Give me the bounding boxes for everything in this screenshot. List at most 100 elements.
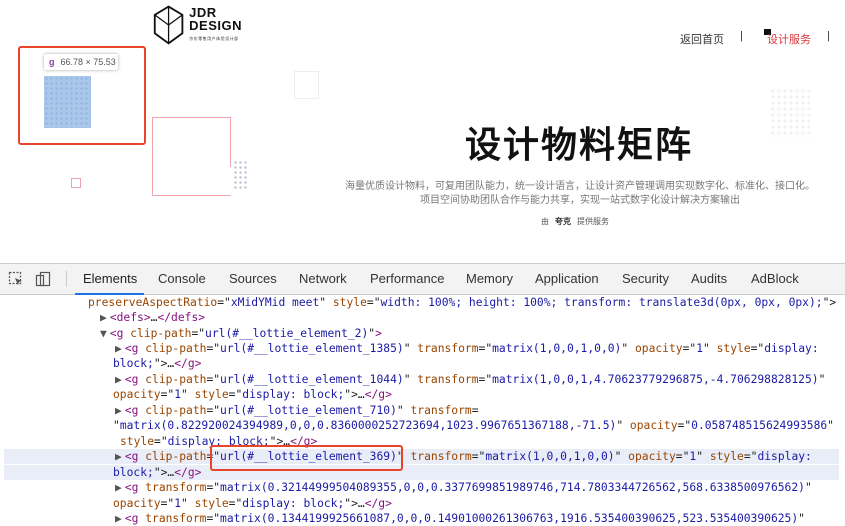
nav-services-link[interactable]: 设计服务: [767, 31, 811, 47]
dom-tree-line[interactable]: block;">…</g>: [0, 356, 201, 371]
code-token: =": [154, 435, 168, 448]
code-token: style: [716, 342, 751, 355]
code-token: ": [621, 342, 635, 355]
dom-tree-line[interactable]: ▶ <g clip-path="url(#__lottie_element_104…: [0, 372, 825, 387]
code-token: =": [682, 342, 697, 355]
inspect-element-icon[interactable]: [8, 271, 24, 287]
code-token: ": [403, 342, 418, 355]
logo-text-line1: JDR: [189, 4, 217, 20]
code-token: matrix(0.1344199925661087,0,0,0.14901000…: [220, 512, 799, 525]
logo-text-line2: DESIGN: [189, 17, 242, 33]
dom-tree-line[interactable]: ▶ <g clip-path="url(#__lottie_element_369…: [4, 449, 839, 464]
tab-security[interactable]: Security: [621, 264, 670, 294]
expand-toggle-icon[interactable]: ▼: [100, 327, 107, 340]
code-token: <g: [124, 450, 146, 463]
code-token: clip-path: [145, 342, 207, 355]
tab-application[interactable]: Application: [534, 264, 600, 294]
code-token: =": [217, 296, 231, 309]
tab-adblock[interactable]: AdBlock: [750, 264, 800, 294]
dom-tree-line[interactable]: opacity="1" style="display: block;">…</g…: [0, 387, 392, 402]
code-token: block;: [113, 357, 154, 370]
code-token: ": [827, 419, 834, 432]
hero-description-2: 项目空间协助团队合作与能力共享，实现一站式数字化设计解决方案输出: [420, 195, 740, 206]
dom-tree-line[interactable]: ▶ <g transform="matrix(0.3214499950408935…: [0, 480, 812, 495]
nav-home-link[interactable]: 返回首页: [680, 31, 724, 47]
code-token: =": [366, 296, 381, 309]
code-token: 1: [174, 497, 182, 510]
expand-toggle-icon[interactable]: ▶: [115, 512, 122, 525]
service-provider: 由夸克 提供服务: [541, 216, 609, 227]
code-token: =": [471, 450, 486, 463]
code-token: ">…: [153, 466, 175, 479]
code-token: =": [750, 342, 765, 355]
code-token: ": [403, 373, 418, 386]
code-token: <g: [124, 404, 146, 417]
code-token: ": [181, 497, 195, 510]
code-token: url(#__lottie_element_1044): [220, 373, 404, 386]
code-token: width: 100%; height: 100%; transform: tr…: [380, 296, 823, 309]
code-token: transform: [410, 450, 472, 463]
code-token: block;: [113, 466, 154, 479]
dom-tree-line[interactable]: ▶ <defs>…</defs>: [0, 310, 205, 325]
dom-tree-line[interactable]: block;">…</g>: [4, 465, 839, 480]
code-token: =": [478, 342, 493, 355]
code-token: url(#__lottie_element_710): [220, 404, 397, 417]
code-token: =": [675, 450, 690, 463]
logo-tagline: 京东零售用户体验设计部: [189, 35, 239, 41]
dom-tree-line[interactable]: preserveAspectRatio="xMidYMid meet" styl…: [0, 295, 836, 310]
code-token: =": [160, 497, 175, 510]
code-token: matrix(0.822920024394989,0,0,0.836000025…: [119, 419, 617, 432]
code-token: <g: [124, 481, 146, 494]
tab-performance[interactable]: Performance: [369, 264, 445, 294]
code-token: <g: [124, 342, 146, 355]
code-token: opacity: [629, 419, 678, 432]
dom-tree[interactable]: preserveAspectRatio="xMidYMid meet" styl…: [0, 295, 845, 526]
dom-tree-line[interactable]: ▶ <g transform="matrix(0.1344199925661087…: [0, 511, 805, 526]
code-token: =": [228, 388, 243, 401]
device-toolbar-icon[interactable]: [35, 271, 51, 287]
code-token: =": [206, 512, 221, 525]
devtools-panel: Elements Console Sources Network Performance…: [0, 263, 845, 526]
nav-separator-2: |: [827, 30, 830, 42]
code-token: ">…: [344, 388, 365, 401]
tab-console[interactable]: Console: [157, 264, 207, 294]
code-token: <g: [109, 327, 131, 340]
expand-toggle-icon[interactable]: ▶: [100, 311, 107, 324]
expand-toggle-icon[interactable]: ▶: [115, 342, 122, 355]
site-logo[interactable]: JDR DESIGN 京东零售用户体验设计部: [152, 2, 242, 48]
decorative-dots: [233, 160, 249, 190]
code-token: >: [375, 327, 382, 340]
code-token: display: block;: [242, 388, 345, 401]
code-token: ": [696, 450, 710, 463]
code-token: transform: [417, 373, 479, 386]
dom-tree-line[interactable]: opacity="1" style="display: block;">…</g…: [0, 496, 392, 511]
expand-toggle-icon[interactable]: ▶: [115, 481, 122, 494]
tab-network[interactable]: Network: [298, 264, 348, 294]
dom-tree-line[interactable]: ▼ <g clip-path="url(#__lottie_element_2)"…: [0, 326, 382, 341]
expand-toggle-icon[interactable]: ▶: [115, 450, 122, 463]
tab-audits[interactable]: Audits: [690, 264, 728, 294]
code-token: </g>: [364, 497, 392, 510]
code-token: =": [677, 419, 692, 432]
expand-toggle-icon[interactable]: ▶: [115, 404, 122, 417]
dom-tree-line[interactable]: ▶ <g clip-path="url(#__lottie_element_138…: [0, 341, 819, 356]
code-token: <g: [124, 512, 146, 525]
code-token: =: [471, 404, 479, 417]
decorative-pink-frame: [152, 117, 231, 196]
tab-memory[interactable]: Memory: [465, 264, 514, 294]
code-token: ": [818, 373, 826, 386]
code-token: clip-path: [145, 404, 207, 417]
tab-sources[interactable]: Sources: [228, 264, 278, 294]
code-token: <g: [124, 373, 146, 386]
decorative-pink-square: [71, 178, 81, 188]
provider-name[interactable]: 夸克: [555, 217, 571, 226]
expand-toggle-icon[interactable]: ▶: [115, 373, 122, 386]
code-token: display:: [764, 342, 819, 355]
code-token: style: [194, 388, 229, 401]
code-token: ": [113, 419, 120, 432]
code-token: </g>: [174, 357, 202, 370]
dom-tree-line[interactable]: ▶ <g clip-path="url(#__lottie_element_710…: [0, 403, 479, 418]
dom-tree-line[interactable]: "matrix(0.822920024394989,0,0,0.83600002…: [0, 418, 834, 433]
code-token: clip-path: [130, 327, 192, 340]
tab-elements[interactable]: Elements: [82, 264, 138, 294]
